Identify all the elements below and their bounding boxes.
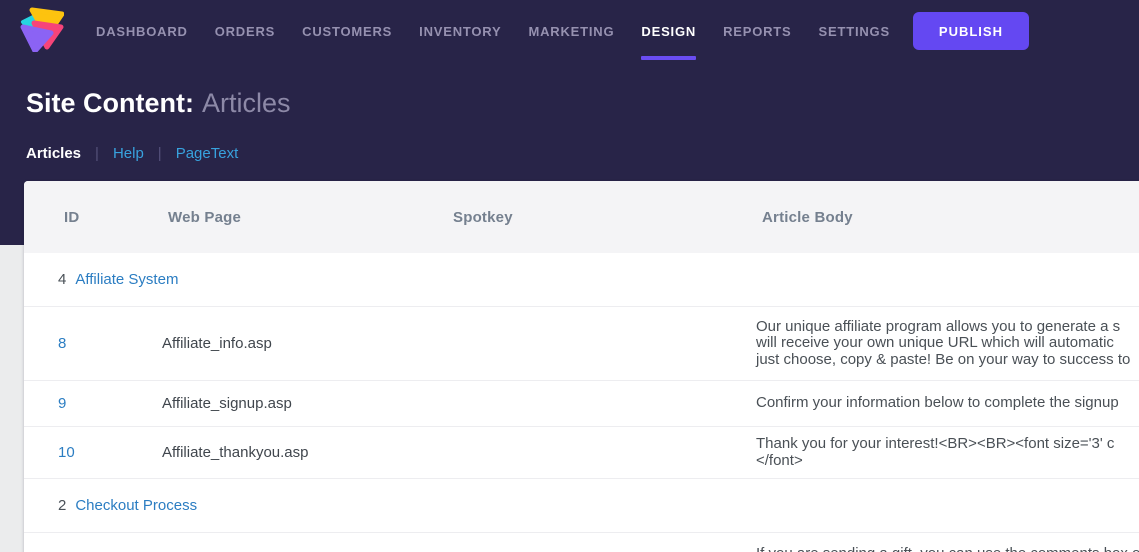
column-header-web-page: Web Page xyxy=(168,208,242,226)
cell-article-body: Confirm your information below to comple… xyxy=(756,394,1119,412)
column-header-article-body: Article Body xyxy=(762,208,853,226)
group-id: 2 xyxy=(58,497,67,514)
cell-web-page xyxy=(128,533,419,546)
page: { "nav": { "items": [ { "label": "DASHBO… xyxy=(0,0,1139,552)
nav-item-reports[interactable]: REPORTS xyxy=(723,0,791,62)
table-header: ID Web Page Spotkey Article Body xyxy=(24,181,1139,253)
cell-web-page: Affiliate_info.asp xyxy=(162,335,272,352)
nav-item-orders[interactable]: ORDERS xyxy=(215,0,275,62)
table-rows: 4 Affiliate System 8 Affiliate_info.asp Our … xyxy=(24,253,1139,552)
cell-spotkey xyxy=(419,533,722,546)
article-id-link[interactable]: 10 xyxy=(58,444,75,461)
tab-pagetext[interactable]: PageText xyxy=(176,145,239,162)
table-row-article: 8 Affiliate_info.asp Our unique affiliate … xyxy=(24,307,1139,381)
cell-id: 10 xyxy=(24,444,128,461)
publish-button[interactable]: PUBLISH xyxy=(912,12,1029,50)
triangles-logo-icon xyxy=(20,6,65,57)
nav-items: DASHBOARD ORDERS CUSTOMERS INVENTORY MARKETI… xyxy=(96,0,890,62)
articles-table-card: ID Web Page Spotkey Article Body 4 Affili… xyxy=(24,181,1139,552)
nav-item-design[interactable]: DESIGN xyxy=(641,0,696,62)
cell-article-body: Our unique affiliate program allows you … xyxy=(756,317,1131,368)
cell-id: 9 xyxy=(24,395,128,412)
cell-web-page: Affiliate_signup.asp xyxy=(162,395,292,412)
nav-item-marketing[interactable]: MARKETING xyxy=(528,0,614,62)
content-tabs: Articles | Help | PageText xyxy=(26,145,1139,162)
group-id: 4 xyxy=(58,271,67,288)
page-title-section: Articles xyxy=(202,88,291,118)
group-title-link[interactable]: Checkout Process xyxy=(75,497,197,514)
cell-id: 8 xyxy=(24,335,128,352)
cell-article-body: If you are sending a gift, you can use t… xyxy=(722,533,1139,552)
cell-id xyxy=(24,533,128,546)
table-row-article: If you are sending a gift, you can use t… xyxy=(24,533,1139,552)
nav-item-dashboard[interactable]: DASHBOARD xyxy=(96,0,188,62)
navbar: DASHBOARD ORDERS CUSTOMERS INVENTORY MARKETI… xyxy=(0,0,1139,62)
nav-item-customers[interactable]: CUSTOMERS xyxy=(302,0,392,62)
table-row-article: 9 Affiliate_signup.asp Confirm your inform… xyxy=(24,381,1139,427)
tab-help[interactable]: Help xyxy=(113,145,144,162)
cell-article-body: Thank you for your interest!<BR><BR><fon… xyxy=(756,435,1115,469)
tab-separator: | xyxy=(95,145,99,162)
table-row-article: 10 Affiliate_thankyou.asp Thank you for yo… xyxy=(24,427,1139,479)
tab-articles[interactable]: Articles xyxy=(26,145,81,162)
column-header-id: ID xyxy=(64,208,80,226)
nav-item-inventory[interactable]: INVENTORY xyxy=(419,0,501,62)
nav-item-settings[interactable]: SETTINGS xyxy=(819,0,890,62)
column-header-spotkey: Spotkey xyxy=(453,208,513,226)
group-title-link[interactable]: Affiliate System xyxy=(75,271,178,288)
brand-logo[interactable] xyxy=(20,0,65,62)
tab-separator: | xyxy=(157,145,162,162)
page-title: Site Content: Articles xyxy=(26,88,1139,118)
page-title-prefix: Site Content: xyxy=(26,88,194,118)
table-row-group: 2 Checkout Process xyxy=(24,479,1139,533)
cell-web-page: Affiliate_thankyou.asp xyxy=(162,444,309,461)
table-row-group: 4 Affiliate System xyxy=(24,253,1139,307)
article-id-link[interactable]: 8 xyxy=(58,335,66,352)
article-id-link[interactable]: 9 xyxy=(58,395,66,412)
